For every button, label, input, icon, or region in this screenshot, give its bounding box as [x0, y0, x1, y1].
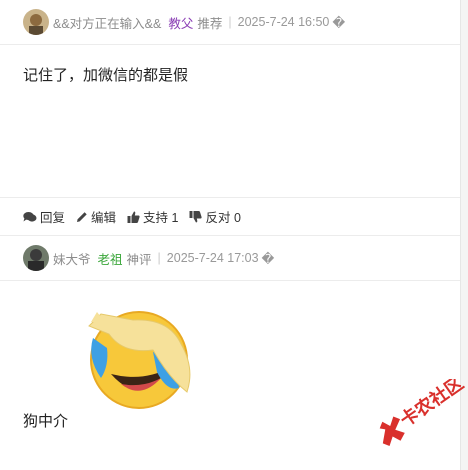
- post-time: 2025-7-24 16:50: [237, 15, 330, 29]
- user-rank-badge: 老祖: [97, 252, 123, 267]
- comments-icon: [23, 211, 37, 222]
- divider: [0, 197, 460, 198]
- support-label: 支持 1: [143, 211, 179, 225]
- edit-button[interactable]: 编辑: [76, 207, 116, 226]
- post-content: 狗中介: [23, 413, 69, 430]
- post-header: &&对方正在输入&& 教父 推荐 | 2025-7-24 16:50 �: [0, 0, 460, 45]
- post-tag: 推荐: [197, 16, 223, 31]
- watermark-logo: 卡农社区: [366, 372, 468, 449]
- separator: |: [228, 15, 232, 29]
- thumbs-down-icon: [189, 210, 203, 222]
- avatar[interactable]: [23, 9, 49, 35]
- oppose-button[interactable]: 反对 0: [189, 207, 241, 226]
- reply-label: 回复: [40, 211, 66, 225]
- oppose-label: 反对 0: [205, 211, 241, 225]
- location-icon: �: [332, 15, 346, 30]
- author-name[interactable]: 妹大爷: [53, 249, 91, 268]
- thumbs-up-icon: [127, 211, 140, 223]
- post-meta: &&对方正在输入&& 教父 推荐 | 2025-7-24 16:50 �: [53, 13, 345, 32]
- thread-page: &&对方正在输入&& 教父 推荐 | 2025-7-24 16:50 � 记住了…: [0, 0, 468, 470]
- post-meta: 妹大爷 老祖 神评 | 2025-7-24 17:03 �: [53, 249, 274, 268]
- user-rank-badge: 教父: [168, 16, 194, 31]
- post-tag: 神评: [126, 252, 152, 267]
- post-actions: 回复 编辑 支持 1 反对 0: [23, 207, 252, 226]
- post-header: 妹大爷 老祖 神评 | 2025-7-24 17:03 �: [0, 236, 460, 281]
- pencil-icon: [77, 211, 87, 222]
- laughing-crying-emoji-icon: [88, 311, 191, 409]
- author-name[interactable]: &&对方正在输入&&: [53, 13, 161, 32]
- avatar[interactable]: [23, 245, 49, 271]
- location-icon: �: [261, 251, 275, 266]
- support-button[interactable]: 支持 1: [127, 207, 178, 226]
- post-time: 2025-7-24 17:03: [166, 251, 259, 265]
- edit-label: 编辑: [91, 211, 117, 225]
- separator: |: [157, 251, 161, 265]
- reply-button[interactable]: 回复: [23, 207, 65, 226]
- watermark-text: 卡农社区: [396, 379, 466, 431]
- post-content: 记住了，加微信的都是假: [23, 67, 189, 84]
